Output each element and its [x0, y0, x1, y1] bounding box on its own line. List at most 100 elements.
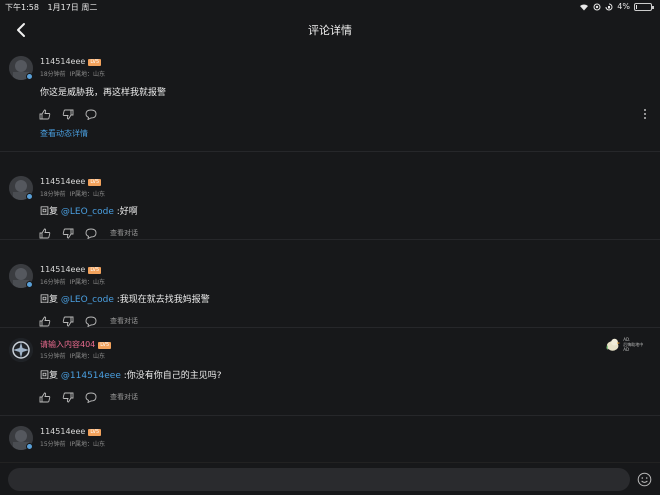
- emoji-button[interactable]: [637, 472, 652, 487]
- dislike-button[interactable]: [61, 315, 75, 327]
- view-conversation-link[interactable]: 查看对话: [110, 316, 138, 326]
- battery-percent: 4%: [617, 2, 630, 11]
- thumbs-down-icon: [62, 316, 74, 326]
- dislike-button[interactable]: [61, 227, 75, 239]
- username[interactable]: 114514eee LV5: [40, 427, 102, 436]
- username[interactable]: 114514eee LV5: [40, 177, 102, 186]
- comment-meta: 18分钟前 IP属地：山东: [40, 69, 109, 78]
- avatar-image: [9, 338, 33, 362]
- verified-dot: [26, 443, 33, 450]
- like-button[interactable]: [38, 391, 52, 403]
- comment-time: 16分钟前: [40, 279, 66, 286]
- reply-prefix: 回复: [40, 295, 59, 305]
- view-conversation-link[interactable]: 查看对话: [110, 228, 138, 238]
- comment-meta: 16分钟前 IP属地：山东: [40, 277, 109, 286]
- comment-item: 114514eee LV5 18分钟前 IP属地：山东 回复 @LEO_code :…: [0, 152, 660, 240]
- dislike-button[interactable]: [61, 108, 75, 120]
- reply-button[interactable]: [84, 315, 98, 327]
- comment-list: 114514eee LV5 18分钟前 IP属地：山东 你这是威胁我，再这样我就报警…: [0, 46, 660, 460]
- comment-bubble-icon: [85, 316, 97, 327]
- reply-prefix: 回复: [40, 371, 59, 381]
- comment-item: 114514eee LV5 18分钟前 IP属地：山东 你这是威胁我，再这样我就报警…: [0, 46, 660, 152]
- verified-dot: [26, 281, 33, 288]
- status-time: 下午1:58: [5, 3, 39, 12]
- like-button[interactable]: [38, 108, 52, 120]
- comment-bubble-icon: [85, 392, 97, 403]
- reply-button[interactable]: [84, 227, 98, 239]
- thumbs-down-icon: [62, 392, 74, 402]
- status-bar: 下午1:58 1月17日 周二 4%: [0, 0, 660, 14]
- like-button[interactable]: [38, 315, 52, 327]
- reply-input[interactable]: [8, 468, 630, 491]
- comment-bubble-icon: [85, 228, 97, 239]
- fan-badge: AD. 后悔助地中AD: [604, 335, 648, 353]
- level-badge: LV5: [98, 342, 112, 349]
- comment-text: 回复 @114514eee :你没有你自己的主见吗?: [40, 368, 222, 381]
- badge-line-2: 后悔助地中AD: [623, 341, 644, 352]
- comment-item: 114514eee LV5 15分钟前 IP属地：山东: [0, 416, 660, 460]
- comment-time: 15分钟前: [40, 353, 66, 360]
- thumbs-up-icon: [39, 109, 51, 119]
- comment-location: IP属地：山东: [69, 71, 106, 78]
- mention-link[interactable]: @LEO_code: [61, 295, 114, 305]
- more-options-button[interactable]: [640, 108, 650, 120]
- battery-fill: [636, 4, 637, 9]
- like-button[interactable]: [38, 227, 52, 239]
- comment-time: 15分钟前: [40, 441, 66, 448]
- reply-body: :好啊: [116, 207, 138, 217]
- comment-actions: 查看对话: [38, 391, 138, 403]
- level-badge: LV5: [88, 267, 102, 274]
- reply-button[interactable]: [84, 391, 98, 403]
- rotation-lock-icon: [605, 3, 613, 10]
- comment-item: 114514eee LV5 16分钟前 IP属地：山东 回复 @LEO_code :…: [0, 240, 660, 328]
- verified-dot: [26, 73, 33, 80]
- comment-location: IP属地：山东: [69, 353, 106, 360]
- comment-actions: 查看对话: [38, 227, 138, 239]
- reply-prefix: 回复: [40, 207, 59, 217]
- reply-body: :你没有你自己的主见吗?: [123, 371, 222, 381]
- nav-bar: 评论详情: [0, 14, 660, 46]
- username[interactable]: 114514eee LV5: [40, 265, 102, 274]
- comment-time: 18分钟前: [40, 191, 66, 198]
- comment-bubble-icon: [85, 109, 97, 120]
- smiley-icon: [637, 472, 652, 487]
- avatar[interactable]: [9, 338, 33, 362]
- comment-location: IP属地：山东: [69, 441, 106, 448]
- comment-actions: [38, 108, 107, 120]
- level-badge: LV5: [88, 429, 102, 436]
- thumbs-down-icon: [62, 109, 74, 119]
- more-vertical-icon: [644, 109, 646, 119]
- view-dynamic-link[interactable]: 查看动态详情: [40, 128, 88, 139]
- view-conversation-link[interactable]: 查看对话: [110, 392, 138, 402]
- mention-link[interactable]: @114514eee: [61, 371, 121, 381]
- thumbs-up-icon: [39, 392, 51, 402]
- username[interactable]: 请输入内容404 LV5: [40, 339, 112, 350]
- comment-location: IP属地：山东: [69, 279, 106, 286]
- comment-text: 回复 @LEO_code :好啊: [40, 204, 138, 217]
- status-date: 1月17日 周二: [47, 3, 98, 12]
- bird-badge-icon: [606, 338, 621, 351]
- page-title: 评论详情: [308, 24, 352, 37]
- thumbs-down-icon: [62, 228, 74, 238]
- verified-dot: [26, 193, 33, 200]
- thumbs-up-icon: [39, 228, 51, 238]
- reply-button[interactable]: [84, 108, 98, 120]
- comment-item: 请输入内容404 LV5 15分钟前 IP属地：山东 AD. 后悔助地中AD 回复 @…: [0, 328, 660, 416]
- level-badge: LV5: [88, 59, 102, 66]
- username[interactable]: 114514eee LV5: [40, 57, 102, 66]
- wifi-icon: [580, 3, 589, 11]
- comment-meta: 18分钟前 IP属地：山东: [40, 189, 109, 198]
- comment-text: 回复 @LEO_code :我现在就去找我妈报警: [40, 292, 210, 305]
- reply-body: :我现在就去找我妈报警: [116, 295, 210, 305]
- level-badge: LV5: [88, 179, 102, 186]
- comment-meta: 15分钟前 IP属地：山东: [40, 439, 109, 448]
- mention-link[interactable]: @LEO_code: [61, 207, 114, 217]
- comment-text: 你这是威胁我，再这样我就报警: [40, 88, 167, 98]
- location-icon: [593, 3, 601, 10]
- comment-time: 18分钟前: [40, 71, 66, 78]
- dislike-button[interactable]: [61, 391, 75, 403]
- thumbs-up-icon: [39, 316, 51, 326]
- comment-location: IP属地：山东: [69, 191, 106, 198]
- comment-actions: 查看对话: [38, 315, 138, 327]
- reply-input-bar: [0, 462, 660, 495]
